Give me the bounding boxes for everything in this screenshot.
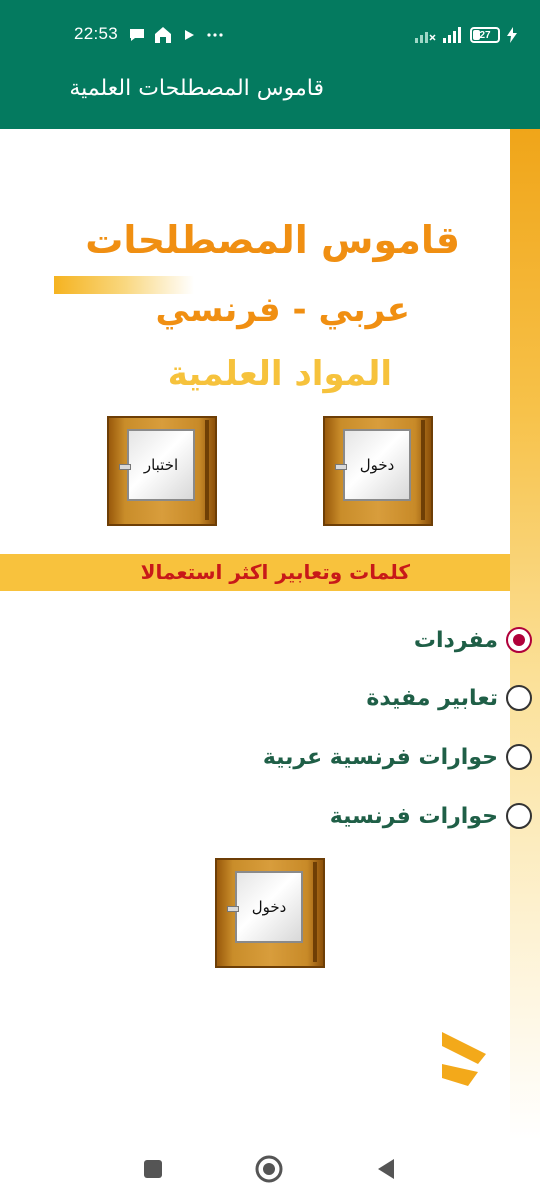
option-label: مفردات: [413, 627, 498, 653]
signal-icon: [443, 27, 461, 43]
arrow-logo-icon: [442, 1032, 486, 1086]
option-vocabulary[interactable]: مفردات: [414, 620, 532, 660]
enter-door-button-bottom[interactable]: دخول: [215, 858, 325, 968]
enter-door-label: دخول: [359, 456, 395, 474]
radio-button[interactable]: [506, 685, 532, 711]
charging-icon: [507, 27, 517, 43]
play-icon: [185, 30, 194, 40]
option-label: تعابير مفيدة: [366, 685, 498, 711]
enter-door-button[interactable]: دخول: [323, 416, 433, 526]
quiz-door-button[interactable]: اختبار: [107, 416, 217, 526]
option-label: حوارات فرنسية عربية: [262, 744, 498, 770]
option-french-dialogues[interactable]: حوارات فرنسية: [330, 796, 532, 836]
app-title: قاموس المصطلحات العلمية: [69, 76, 324, 101]
radio-button-checked[interactable]: [506, 627, 532, 653]
chat-icon: [130, 29, 144, 41]
option-useful-expressions[interactable]: تعابير مفيدة: [366, 678, 532, 718]
home-circle-icon[interactable]: [254, 1154, 284, 1184]
status-system-icons: 27: [414, 25, 518, 45]
banner-text: كلمات وتعابير اكثر استعمالا: [140, 560, 410, 584]
quiz-door-label: اختبار: [143, 456, 179, 474]
back-triangle-icon[interactable]: [372, 1154, 402, 1184]
section-banner: كلمات وتعابير اكثر استعمالا: [0, 554, 510, 591]
home-icon: [155, 27, 171, 43]
radio-button[interactable]: [506, 803, 532, 829]
more-dots-icon: [207, 33, 223, 37]
option-french-arabic-dialogues[interactable]: حوارات فرنسية عربية: [263, 737, 532, 777]
option-label: حوارات فرنسية: [329, 803, 498, 829]
page-title: قاموس المصطلحات: [85, 218, 460, 262]
status-notification-icons: [128, 25, 224, 45]
page-subtitle: عربي - فرنسي: [155, 290, 410, 330]
radio-button[interactable]: [506, 744, 532, 770]
app-bar: قاموس المصطلحات العلمية: [0, 52, 540, 129]
status-time: 22:53: [74, 24, 119, 43]
status-bar: 22:53 27: [0, 0, 540, 52]
page-subtitle-2: المواد العلمية: [167, 354, 392, 394]
enter-door-label: دخول: [251, 898, 287, 916]
system-nav-bar: [0, 1140, 540, 1200]
signal-x-icon: [415, 32, 436, 43]
recents-square-icon[interactable]: [138, 1154, 168, 1184]
battery-icon: 27: [470, 27, 500, 43]
